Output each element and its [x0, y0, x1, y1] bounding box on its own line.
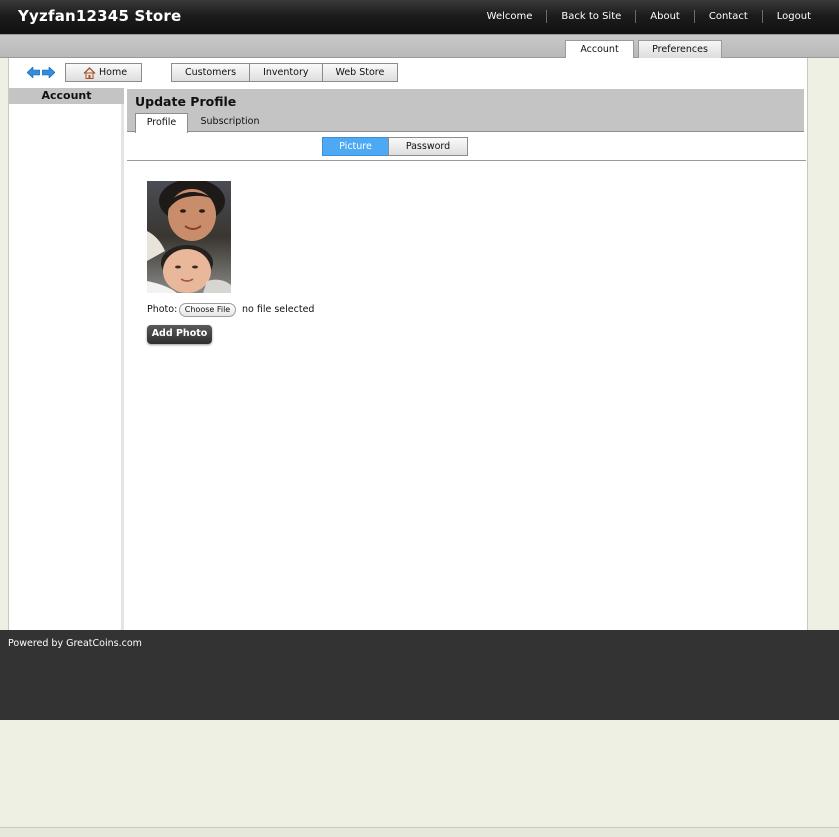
- picture-password-toggle: Picture Password: [322, 137, 468, 156]
- picture-toggle-button[interactable]: Picture: [322, 137, 389, 156]
- nav-contact[interactable]: Contact: [693, 10, 762, 23]
- store-title: Yyzfan12345 Store: [18, 7, 182, 25]
- back-arrow-icon[interactable]: [27, 67, 40, 78]
- add-photo-button[interactable]: Add Photo: [147, 325, 212, 344]
- choose-file-button[interactable]: Choose File: [179, 303, 236, 317]
- home-button-label: Home: [99, 67, 128, 78]
- footer-text: Powered by GreatCoins.com: [8, 638, 142, 649]
- inventory-button[interactable]: Inventory: [249, 63, 323, 82]
- tab-preferences[interactable]: Preferences: [638, 40, 722, 59]
- photo-label: Photo:: [147, 304, 178, 315]
- nav-logout[interactable]: Logout: [761, 10, 811, 23]
- forward-arrow-icon[interactable]: [42, 67, 55, 78]
- tab-profile[interactable]: Profile: [135, 113, 188, 133]
- right-gutter: [808, 58, 839, 630]
- update-profile-header: Update Profile Profile Subscription: [127, 89, 804, 133]
- toolbar-nav-group: Customers Inventory Web Store: [171, 63, 399, 82]
- sidebar: Account: [9, 88, 124, 630]
- top-nav: Welcome Back to Site About Contact Logou…: [473, 10, 811, 23]
- web-store-button[interactable]: Web Store: [321, 63, 399, 82]
- tab-account[interactable]: Account: [565, 40, 634, 60]
- footer: Powered by GreatCoins.com: [0, 630, 839, 720]
- bottom-bar: [0, 827, 839, 837]
- nav-about[interactable]: About: [635, 10, 694, 23]
- tab-strip: Account Preferences: [0, 34, 839, 60]
- page-title: Update Profile: [135, 94, 237, 109]
- password-toggle-button[interactable]: Password: [388, 137, 468, 156]
- file-status-text: no file selected: [242, 304, 315, 315]
- nav-welcome[interactable]: Welcome: [473, 10, 547, 23]
- customers-button[interactable]: Customers: [171, 63, 251, 82]
- home-icon: [83, 67, 96, 79]
- tab-subscription[interactable]: Subscription: [197, 113, 263, 132]
- home-button[interactable]: Home: [65, 63, 142, 82]
- top-header: Yyzfan12345 Store Welcome Back to Site A…: [0, 0, 839, 34]
- profile-photo: [147, 181, 231, 293]
- section-divider: [127, 160, 806, 161]
- nav-back-to-site[interactable]: Back to Site: [546, 10, 635, 23]
- sidebar-title: Account: [9, 88, 124, 104]
